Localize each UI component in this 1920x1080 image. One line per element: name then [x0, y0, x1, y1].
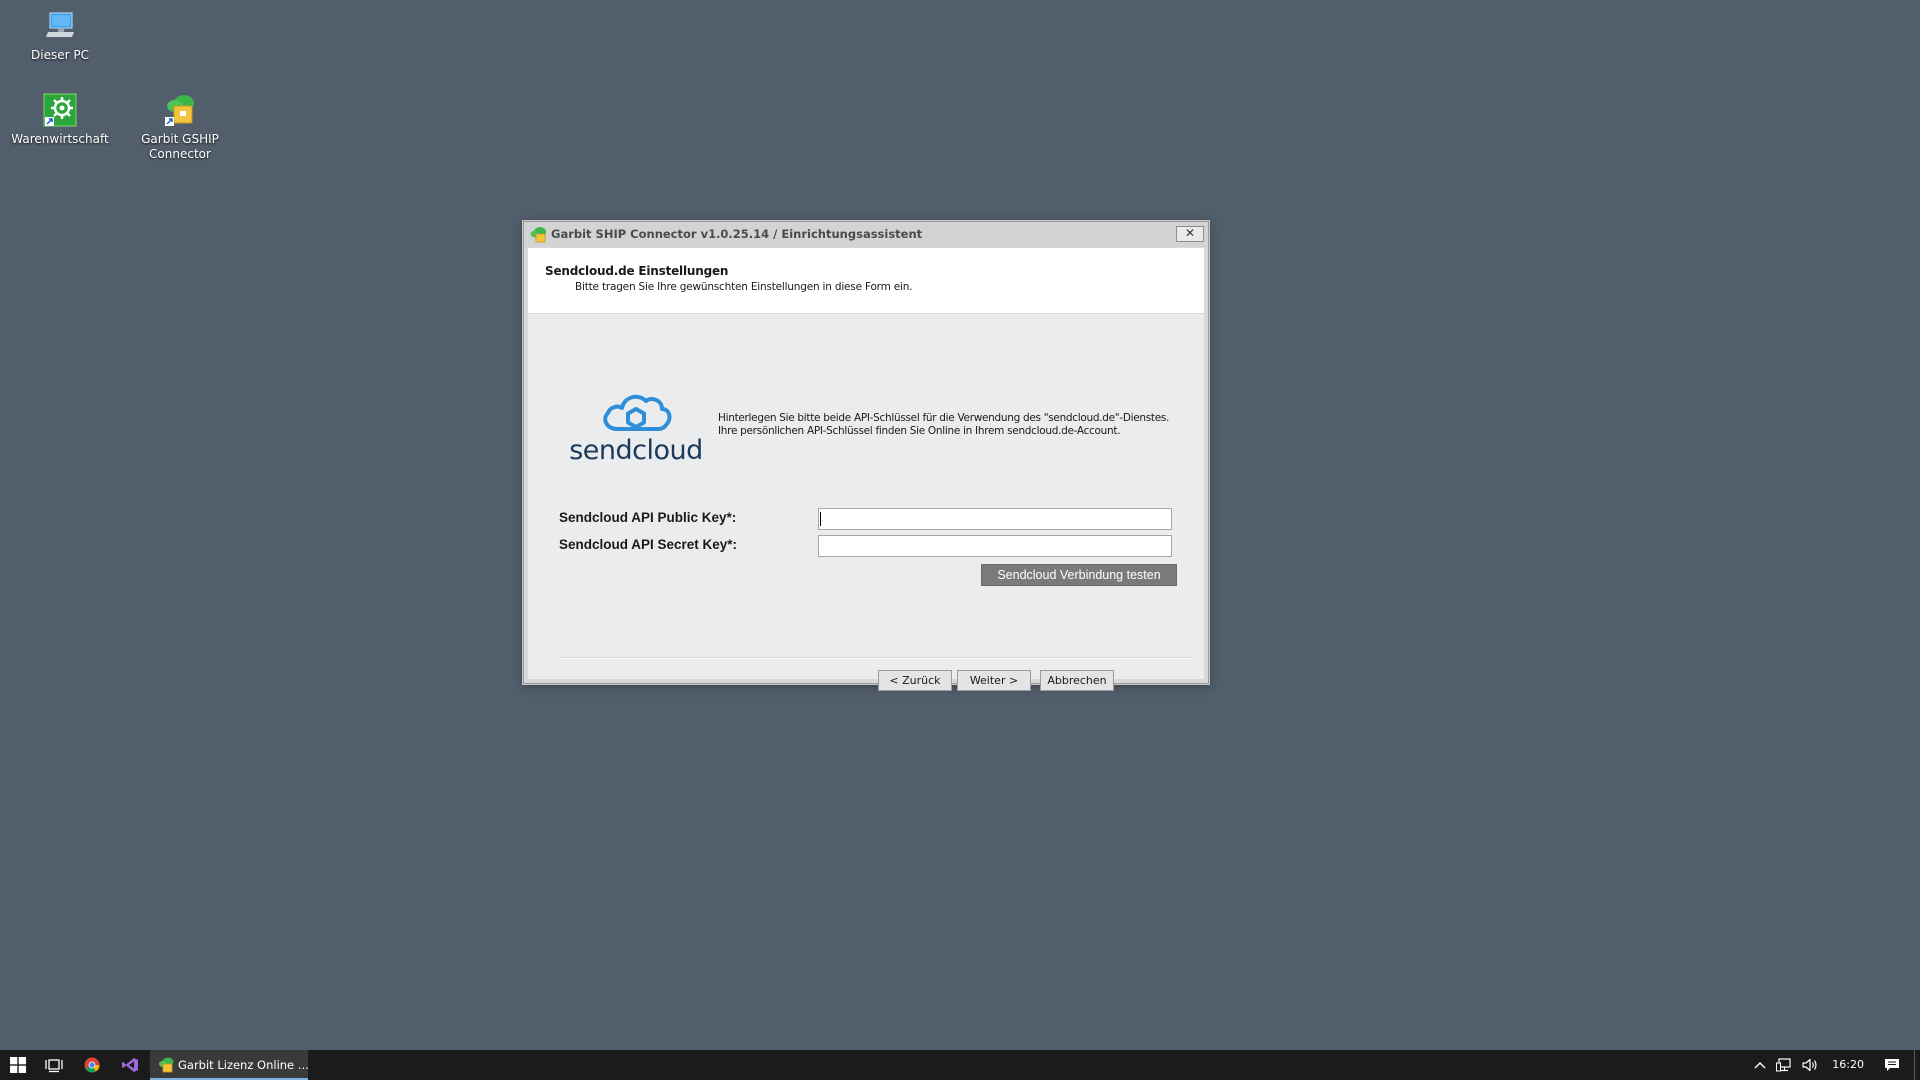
warenwirtschaft-icon [42, 92, 78, 128]
gship-connector-icon [162, 92, 198, 128]
chrome-icon [84, 1057, 100, 1073]
pc-icon [42, 8, 78, 44]
gship-app-icon [530, 226, 547, 243]
show-hidden-icons-button[interactable] [1750, 1050, 1770, 1080]
desktop-icon-label: Connector [149, 147, 211, 161]
dialog-title: Garbit SHIP Connector v1.0.25.14 / Einri… [551, 227, 923, 241]
network-button[interactable] [1772, 1050, 1796, 1080]
public-key-label: Sendcloud API Public Key*: [559, 510, 737, 525]
wizard-header: Sendcloud.de Einstellungen Bitte tragen … [528, 248, 1204, 314]
taskbar-app-garbit-lizenz[interactable]: Garbit Lizenz Online ... [150, 1050, 309, 1080]
start-button[interactable] [0, 1050, 36, 1080]
notification-icon [1885, 1059, 1899, 1071]
action-center-button[interactable] [1878, 1050, 1906, 1080]
test-connection-button[interactable]: Sendcloud Verbindung testen [981, 564, 1177, 586]
show-desktop-button[interactable] [1914, 1050, 1920, 1080]
public-key-input[interactable] [818, 508, 1172, 530]
desktop-icon-label: Warenwirtschaft [11, 132, 109, 146]
info-line: Ihre persönlichen API-Schlüssel finden S… [718, 425, 1121, 437]
visual-studio-taskbar-button[interactable] [112, 1050, 148, 1080]
cancel-button[interactable]: Abbrechen [1040, 670, 1114, 691]
desktop-icon-warenwirtschaft[interactable]: Warenwirtschaft [5, 92, 115, 147]
secret-key-label: Sendcloud API Secret Key*: [559, 537, 738, 552]
next-button[interactable]: Weiter > [957, 670, 1031, 691]
sendcloud-logo: sendcloud [566, 385, 706, 466]
desktop-icon-dieser-pc[interactable]: Dieser PC [5, 8, 115, 63]
chrome-taskbar-button[interactable] [74, 1050, 110, 1080]
dialog-titlebar[interactable]: Garbit SHIP Connector v1.0.25.14 / Einri… [524, 222, 1208, 247]
task-view-button[interactable] [36, 1050, 72, 1080]
footer-separator [559, 657, 1194, 659]
task-view-icon [45, 1059, 63, 1073]
gship-app-icon [158, 1057, 174, 1073]
desktop-icon-label: Garbit GSHIP [141, 132, 219, 146]
taskbar-app-label: Garbit Lizenz Online ... [178, 1058, 309, 1072]
back-button[interactable]: < Zurück [878, 670, 952, 691]
volume-button[interactable] [1798, 1050, 1822, 1080]
wizard-step-title: Sendcloud.de Einstellungen [545, 264, 729, 278]
chevron-up-icon [1754, 1062, 1766, 1069]
sendcloud-wordmark: sendcloud [569, 435, 703, 466]
desktop-icon-label: Dieser PC [31, 48, 89, 62]
taskbar-clock[interactable]: 16:20 [1832, 1058, 1864, 1071]
setup-wizard-dialog: Garbit SHIP Connector v1.0.25.14 / Einri… [523, 221, 1209, 691]
windows-icon [10, 1057, 26, 1073]
text-caret [820, 512, 821, 526]
network-icon [1776, 1058, 1791, 1072]
close-button[interactable]: ✕ [1176, 226, 1204, 242]
info-line: Hinterlegen Sie bitte beide API-Schlüsse… [718, 412, 1170, 424]
wizard-step-subtitle: Bitte tragen Sie Ihre gewünschten Einste… [575, 281, 913, 293]
secret-key-input[interactable] [818, 535, 1172, 557]
sendcloud-cloud-icon [603, 394, 672, 431]
dialog-content: Sendcloud.de Einstellungen Bitte tragen … [528, 248, 1204, 691]
desktop-icon-gship-connector[interactable]: Garbit GSHIP Connector [125, 92, 235, 162]
api-key-info: Hinterlegen Sie bitte beide API-Schlüsse… [718, 412, 1169, 438]
taskbar: Garbit Lizenz Online ... 16:20 [0, 1050, 1920, 1080]
speaker-icon [1802, 1058, 1817, 1072]
visual-studio-icon [122, 1058, 138, 1072]
